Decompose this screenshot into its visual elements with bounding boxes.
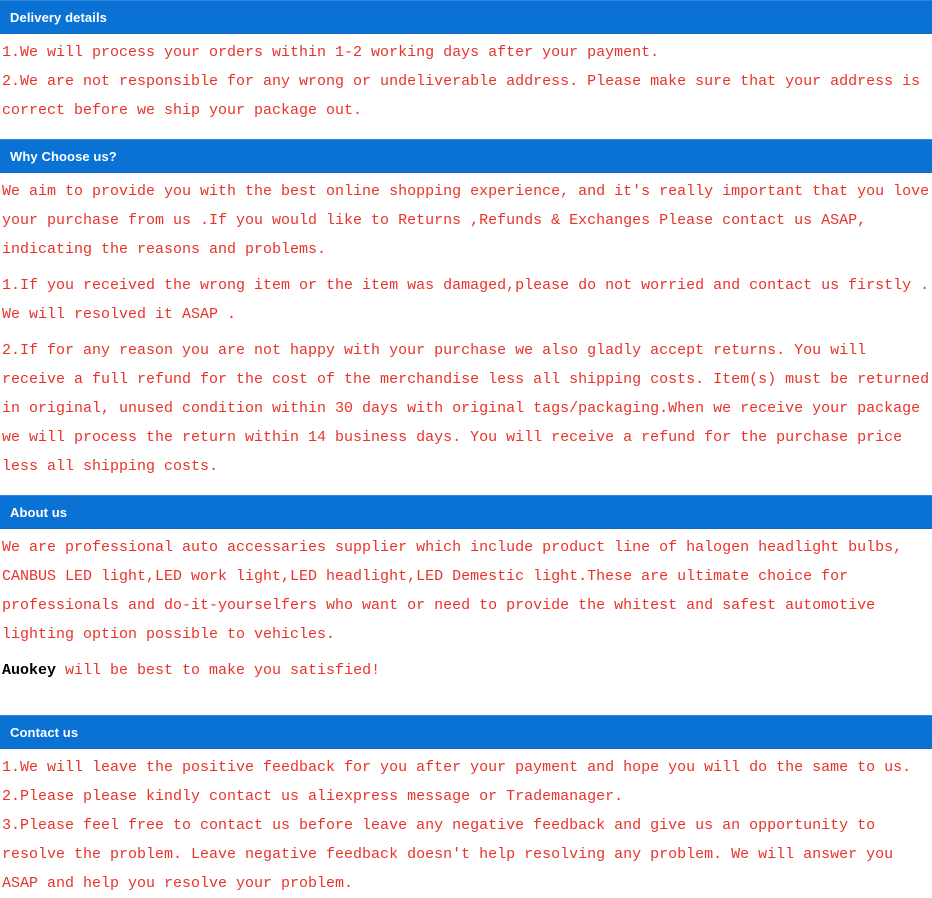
- brand-tagline: Auokey will be best to make you satisfie…: [2, 656, 932, 685]
- section-header-contact-us: Contact us: [0, 715, 932, 749]
- section-title-about-us: About us: [10, 504, 68, 520]
- paragraph: We aim to provide you with the best onli…: [2, 183, 930, 258]
- section-title-contact-us: Contact us: [10, 724, 79, 740]
- paragraph: 2.If for any reason you are not happy wi…: [2, 342, 930, 475]
- section-body-about-us: We are professional auto accessaries sup…: [0, 529, 932, 685]
- section-why-choose-us: Why Choose us? We aim to provide you wit…: [0, 139, 932, 481]
- paragraph: 1.We will process your orders within 1-2…: [2, 44, 660, 61]
- section-body-delivery-details: 1.We will process your orders within 1-2…: [0, 34, 932, 125]
- section-header-delivery-details: Delivery details: [0, 0, 932, 34]
- section-body-contact-us: 1.We will leave the positive feedback fo…: [0, 749, 932, 898]
- section-delivery-details: Delivery details 1.We will process your …: [0, 0, 932, 125]
- paragraph: 3.Please feel free to contact us before …: [2, 817, 894, 892]
- section-header-why-choose-us: Why Choose us?: [0, 139, 932, 173]
- brand-name: Auokey: [2, 662, 57, 679]
- section-title-delivery-details: Delivery details: [10, 9, 107, 25]
- paragraph: 2.We are not responsible for any wrong o…: [2, 73, 921, 119]
- product-description-page: Delivery details 1.We will process your …: [0, 0, 932, 898]
- section-header-about-us: About us: [0, 495, 932, 529]
- section-title-why-choose-us: Why Choose us?: [10, 148, 117, 164]
- section-body-why-choose-us: We aim to provide you with the best onli…: [0, 173, 932, 481]
- paragraph: We are professional auto accessaries sup…: [2, 539, 903, 643]
- paragraph: 1.If you received the wrong item or the …: [2, 277, 930, 323]
- brand-tagline-rest: will be best to make you satisfied!: [56, 662, 381, 679]
- paragraph: 2.Please please kindly contact us aliexp…: [2, 788, 624, 805]
- section-contact-us: Contact us 1.We will leave the positive …: [0, 715, 932, 898]
- section-about-us: About us We are professional auto access…: [0, 495, 932, 685]
- paragraph: 1.We will leave the positive feedback fo…: [2, 759, 912, 776]
